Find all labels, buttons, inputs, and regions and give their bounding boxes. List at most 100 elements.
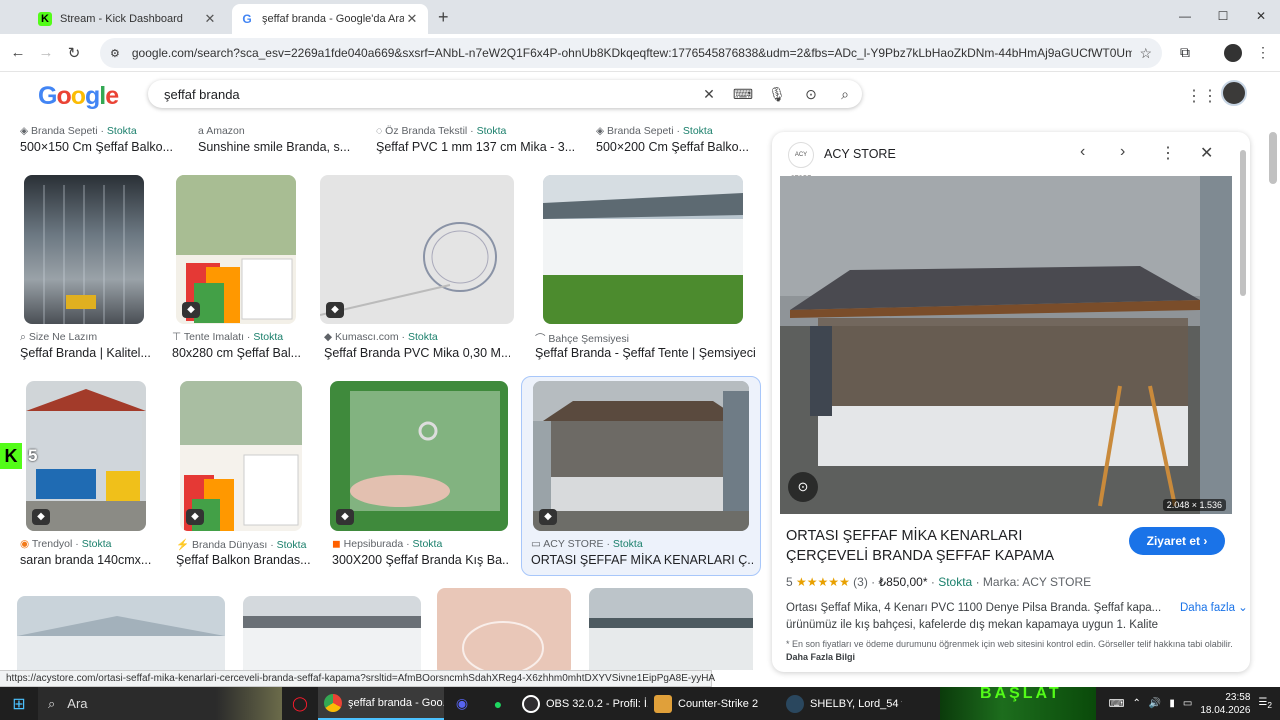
- close-tab-icon[interactable]: ✕: [202, 11, 218, 27]
- tab-google-search[interactable]: G şeffaf branda - Google'da Ara ✕: [232, 4, 428, 34]
- microphone-icon[interactable]: 🎙: [760, 86, 794, 103]
- product-description: Ortası Şeffaf Mika, 4 Kenarı PVC 1100 De…: [786, 602, 1162, 631]
- preview-image[interactable]: ⊙ 2.048 × 1.536: [780, 176, 1232, 514]
- chrome-icon: [324, 693, 342, 712]
- source-icon: ⚡: [176, 539, 192, 551]
- result-source: ◌ Öz Branda Tekstil · Stokta: [376, 125, 507, 137]
- result-title[interactable]: Şeffaf Branda PVC Mika 0,30 M...: [324, 346, 510, 360]
- search-box[interactable]: şeffaf branda ✕ ⌨ 🎙 ⊙ ⌕: [148, 80, 862, 108]
- store-logo: ACY STORE: [788, 142, 814, 182]
- result-title[interactable]: Şeffaf Branda - Şeffaf Tente | Şemsiyeci: [535, 346, 755, 360]
- close-window-icon[interactable]: ✕: [1242, 0, 1280, 32]
- taskbar-app-steam[interactable]: SHELBY, Lord_54 ve...: [780, 687, 902, 720]
- opera-icon[interactable]: ◯: [282, 687, 318, 720]
- notification-icon[interactable]: ☰2: [1258, 697, 1272, 710]
- minimize-icon[interactable]: —: [1166, 0, 1204, 32]
- result-source: ▭ ACY STORE · Stokta: [531, 538, 643, 550]
- result-title[interactable]: saran branda 140cmx...: [20, 553, 154, 567]
- more-info-link[interactable]: Daha Fazla Bilgi: [786, 652, 855, 662]
- site-info-icon[interactable]: ⚙: [110, 47, 120, 60]
- result-title[interactable]: 80x280 cm Şeffaf Bal...: [172, 346, 302, 360]
- page-scrollbar[interactable]: [1266, 76, 1280, 670]
- google-logo[interactable]: Google: [38, 82, 119, 111]
- result-thumbnail[interactable]: ◆: [533, 381, 749, 531]
- product-title[interactable]: ORTASI ŞEFFAF MİKA KENARLARI ÇERÇEVELİ B…: [786, 526, 1106, 566]
- clock[interactable]: 23:58 18.04.2026: [1200, 691, 1250, 717]
- forward-icon[interactable]: →: [32, 44, 60, 61]
- google-header: Google şeffaf branda ✕ ⌨ 🎙 ⊙ ⌕ ⋮⋮⋮: [0, 72, 1280, 118]
- hepsiburada-icon: ◼: [332, 538, 344, 550]
- reload-icon[interactable]: ↻: [60, 44, 88, 62]
- search-input[interactable]: şeffaf branda: [164, 87, 692, 102]
- result-thumbnail[interactable]: ◆: [26, 381, 146, 531]
- lens-icon[interactable]: ⊙: [794, 86, 828, 103]
- system-tray: ⌨ ⌃ 🔊 ▮ ▭ 23:58 18.04.2026 ☰2: [1109, 687, 1280, 720]
- browser-tab-bar: K Stream - Kick Dashboard ✕ G şeffaf bra…: [0, 0, 1280, 34]
- back-icon[interactable]: ←: [4, 44, 32, 61]
- close-panel-icon[interactable]: ✕: [1200, 143, 1213, 163]
- product-tag-icon: ◆: [32, 509, 50, 525]
- close-tab-icon[interactable]: ✕: [404, 11, 420, 27]
- result-title[interactable]: 500×150 Cm Şeffaf Balko...: [20, 140, 180, 154]
- result-thumbnail[interactable]: ◆: [330, 381, 508, 531]
- steam-icon: [786, 694, 804, 713]
- taskbar-search[interactable]: ⌕ Ara: [38, 687, 216, 720]
- result-thumbnail[interactable]: [24, 175, 144, 324]
- result-title[interactable]: Şeffaf Branda | Kalitel...: [20, 346, 152, 360]
- keyboard-layout-icon[interactable]: ⌨: [1109, 697, 1125, 710]
- url-field[interactable]: ⚙ google.com/search?sca_esv=2269a1fde040…: [100, 38, 1162, 68]
- taskbar-app-obs[interactable]: OBS 32.0.2 - Profil: İ...: [516, 687, 648, 720]
- result-thumbnail[interactable]: [243, 596, 421, 670]
- previous-icon[interactable]: ‹: [1080, 143, 1085, 161]
- source-icon: ◆: [324, 331, 335, 343]
- spotify-icon[interactable]: ●: [480, 687, 516, 720]
- result-title[interactable]: 300X200 Şeffaf Branda Kış Ba...: [332, 553, 510, 567]
- result-title[interactable]: Sunshine smile Branda, s...: [198, 140, 358, 154]
- maximize-icon[interactable]: ☐: [1204, 0, 1242, 32]
- taskbar-app-chrome[interactable]: şeffaf branda - Goo...: [318, 687, 444, 720]
- volume-icon[interactable]: 🔊: [1149, 698, 1161, 709]
- result-title[interactable]: Şeffaf PVC 1 mm 137 cm Mika - 3...: [376, 140, 576, 154]
- more-options-icon[interactable]: ⋮: [1160, 143, 1176, 163]
- image-detail-panel: ACY STORE ACY STORE ‹ › ⋮ ✕ ⊙ 2.048 × 1.…: [772, 132, 1250, 672]
- store-name[interactable]: ACY STORE: [824, 147, 896, 161]
- new-tab-icon[interactable]: +: [438, 7, 449, 28]
- result-thumbnail[interactable]: [543, 175, 743, 324]
- bookmark-star-icon[interactable]: ☆: [1139, 45, 1152, 62]
- show-hidden-icons[interactable]: ⌃: [1133, 698, 1141, 709]
- result-source: ⊤ Tente Imalatı · Stokta: [172, 331, 284, 343]
- result-thumbnail[interactable]: ◆: [180, 381, 302, 531]
- product-tag-icon: ◆: [182, 302, 200, 318]
- result-source: ◈ Branda Sepeti · Stokta: [20, 125, 137, 137]
- result-thumbnail[interactable]: ◆: [176, 175, 296, 324]
- source-icon: ▭: [531, 538, 544, 550]
- keyboard-icon[interactable]: ⌨: [726, 86, 760, 103]
- visit-button[interactable]: Ziyaret et ›: [1129, 527, 1225, 555]
- extensions-icon[interactable]: ⧉: [1180, 44, 1190, 61]
- clear-icon[interactable]: ✕: [692, 86, 726, 103]
- product-tag-icon: ◆: [186, 509, 204, 525]
- next-icon[interactable]: ›: [1120, 143, 1125, 161]
- result-title[interactable]: Şeffaf Balkon Brandas...: [176, 553, 310, 567]
- result-thumbnail[interactable]: [437, 588, 571, 670]
- browser-menu-icon[interactable]: ⋮: [1256, 44, 1270, 61]
- kick-overlay-logo: K: [0, 443, 22, 469]
- windows-start-icon[interactable]: ⊞: [0, 694, 38, 714]
- tab-kick-dashboard[interactable]: K Stream - Kick Dashboard ✕: [30, 4, 226, 34]
- result-thumbnail[interactable]: ◆: [320, 175, 514, 324]
- battery-icon[interactable]: ▮: [1169, 698, 1175, 709]
- search-icon[interactable]: ⌕: [828, 86, 862, 103]
- browser-profile-avatar[interactable]: [1224, 44, 1242, 62]
- taskbar-app-cs2[interactable]: Counter-Strike 2: [648, 687, 780, 720]
- lens-search-icon[interactable]: ⊙: [788, 472, 818, 502]
- network-icon[interactable]: ▭: [1183, 698, 1192, 709]
- result-thumbnail[interactable]: [17, 596, 225, 670]
- discord-icon[interactable]: ◉: [444, 687, 480, 720]
- result-title[interactable]: 500×200 Cm Şeffaf Balko...: [596, 140, 756, 154]
- window-controls: — ☐ ✕: [1166, 0, 1280, 32]
- google-account-avatar[interactable]: [1221, 80, 1247, 106]
- panel-scrollbar[interactable]: [1238, 150, 1248, 668]
- result-thumbnail[interactable]: [589, 588, 753, 670]
- result-title[interactable]: ORTASI ŞEFFAF MİKA KENARLARI Ç...: [531, 553, 753, 567]
- product-tag-icon: ◆: [336, 509, 354, 525]
